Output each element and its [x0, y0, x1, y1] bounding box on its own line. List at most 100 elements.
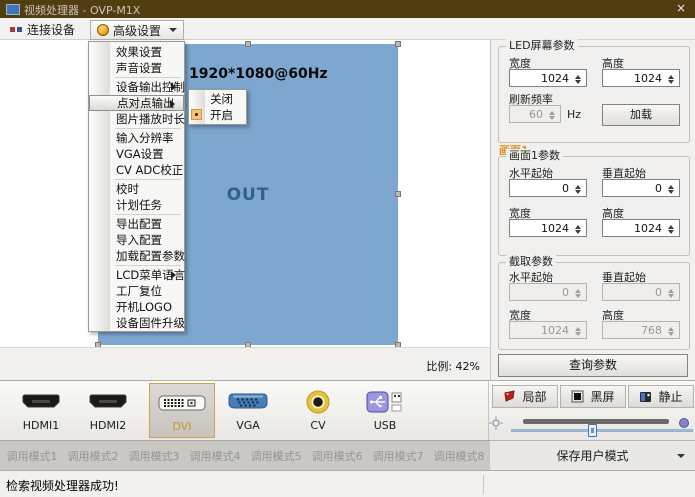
menu-item-pixel-to-pixel-output[interactable]: 点对点输出 [89, 95, 184, 111]
led-width-spinner[interactable]: 1024 [509, 69, 587, 87]
menu-item-firmware-upgrade[interactable]: 设备固件升级 [89, 315, 184, 331]
save-mode-section: 保存用户模式 [490, 440, 695, 470]
spinner-arrows-icon[interactable] [665, 181, 678, 195]
spinner-arrows-icon[interactable] [572, 221, 585, 235]
load-button[interactable]: 加载 [602, 104, 680, 126]
resize-handle-top-center[interactable] [245, 41, 251, 47]
menu-item-import-config[interactable]: 导入配置 [89, 232, 184, 248]
submenu-arrow-icon [171, 83, 180, 91]
freeze-label: 静止 [658, 388, 682, 405]
spinner-arrows-icon [665, 323, 678, 337]
resize-handle-top-right[interactable] [395, 41, 401, 47]
mode-button-5[interactable]: 调用模式5 [247, 448, 305, 465]
spinner-arrows-icon[interactable] [665, 71, 678, 85]
spinner-arrows-icon [546, 107, 559, 121]
vstart-spinner[interactable]: 0 [602, 179, 680, 197]
input-vga-button[interactable]: VGA [216, 383, 280, 438]
pixel-to-pixel-submenu: 关闭 开启 [188, 89, 247, 125]
gear-icon [97, 24, 109, 36]
hstart-value: 0 [562, 182, 569, 195]
dvi-icon [150, 389, 214, 417]
hdmi-icon [76, 388, 140, 416]
menu-item-label: 声音设置 [116, 61, 162, 75]
win-height-spinner[interactable]: 1024 [602, 219, 680, 237]
menu-item-sound-settings[interactable]: 声音设置 [89, 60, 184, 76]
chevron-down-icon [677, 454, 685, 462]
freeze-button[interactable]: 静止 [628, 385, 694, 408]
hdmi-icon [9, 388, 73, 416]
menu-separator [115, 128, 181, 129]
mode-button-6[interactable]: 调用模式6 [308, 448, 366, 465]
spinner-arrows-icon[interactable] [572, 181, 585, 195]
spinner-arrows-icon [665, 285, 678, 299]
menu-item-factory-reset[interactable]: 工厂复位 [89, 283, 184, 299]
capture-params-group: 截取参数 水平起始 0 垂直起始 0 宽度 1024 高度 768 [498, 262, 690, 350]
spinner-arrows-icon[interactable] [572, 71, 585, 85]
input-dvi-button[interactable]: DVI [149, 383, 215, 438]
close-icon[interactable]: × [676, 1, 686, 15]
menu-item-image-duration[interactable]: 图片播放时长 [89, 111, 184, 127]
blackout-label: 黑屏 [590, 388, 614, 405]
led-width-value: 1024 [541, 72, 569, 85]
menu-item-label: 计划任务 [116, 198, 162, 212]
win-height-value: 1024 [634, 222, 662, 235]
menu-item-scheduled-tasks[interactable]: 计划任务 [89, 197, 184, 213]
led-height-spinner[interactable]: 1024 [602, 69, 680, 87]
menu-item-label: 输入分辨率 [116, 131, 174, 145]
mode-button-8[interactable]: 调用模式8 [430, 448, 488, 465]
led-height-value: 1024 [634, 72, 662, 85]
save-user-mode-dropdown[interactable]: 保存用户模式 [490, 441, 695, 470]
mode-button-2[interactable]: 调用模式2 [64, 448, 122, 465]
status-message: 检索视频处理器成功! [6, 477, 119, 494]
menu-item-lcd-menu-language[interactable]: LCD菜单语言 [89, 267, 184, 283]
menu-item-label: 工厂复位 [116, 284, 162, 298]
advanced-settings-button[interactable]: 高级设置 [90, 20, 184, 40]
mode-button-4[interactable]: 调用模式4 [186, 448, 244, 465]
input-cv-button[interactable]: CV [286, 383, 350, 438]
query-params-button[interactable]: 查询参数 [498, 354, 688, 377]
usb-icon [353, 388, 417, 416]
connect-device-button[interactable]: 连接设备 [4, 20, 81, 38]
input-label: CV [286, 419, 350, 432]
partial-label: 局部 [522, 388, 546, 405]
menu-item-vga-settings[interactable]: VGA设置 [89, 146, 184, 162]
menu-item-boot-logo[interactable]: 开机LOGO [89, 299, 184, 315]
submenu-item-on[interactable]: 开启 [189, 107, 246, 123]
slider-handle[interactable] [588, 424, 597, 437]
submenu-item-off[interactable]: 关闭 [189, 91, 246, 107]
toolbar: 连接设备 高级设置 [0, 18, 695, 40]
menu-item-effect-settings[interactable]: 效果设置 [89, 44, 184, 60]
mode-button-7[interactable]: 调用模式7 [369, 448, 427, 465]
input-usb-button[interactable]: USB [353, 383, 417, 438]
brightness-high-icon [679, 418, 689, 428]
partial-button[interactable]: 局部 [492, 385, 558, 408]
input-hdmi2-button[interactable]: HDMI2 [76, 383, 140, 438]
menu-item-output-control[interactable]: 设备输出控制 [89, 79, 184, 95]
cap-height-value: 768 [641, 324, 662, 337]
menu-separator [115, 77, 181, 78]
resize-handle-mid-right[interactable] [395, 191, 401, 197]
menu-item-cv-adc-calibration[interactable]: CV ADC校正 [89, 162, 184, 178]
slider-track[interactable] [511, 429, 693, 432]
win-width-spinner[interactable]: 1024 [509, 219, 587, 237]
cap-vstart-spinner: 0 [602, 283, 680, 301]
connector-icon [10, 26, 23, 33]
spinner-arrows-icon[interactable] [665, 221, 678, 235]
cap-height-spinner: 768 [602, 321, 680, 339]
blackout-button[interactable]: 黑屏 [560, 385, 626, 408]
menu-item-input-resolution[interactable]: 输入分辨率 [89, 130, 184, 146]
screen1-params-title: 画面1参数 [506, 149, 563, 163]
win-width-value: 1024 [541, 222, 569, 235]
screen1-params-group: 画面1参数 水平起始 0 垂直起始 0 宽度 1024 高度 1024 [498, 156, 690, 256]
menu-item-time-sync[interactable]: 校时 [89, 181, 184, 197]
menu-item-label: 导入配置 [116, 233, 162, 247]
menu-item-load-config-params[interactable]: 加载配置参数 [89, 248, 184, 264]
mode-button-3[interactable]: 调用模式3 [125, 448, 183, 465]
hstart-spinner[interactable]: 0 [509, 179, 587, 197]
mode-button-1[interactable]: 调用模式1 [3, 448, 61, 465]
parameters-panel: LED屏幕参数 宽度 1024 高度 1024 刷新频率 60 Hz 加载 画面… [490, 40, 695, 380]
menu-item-export-config[interactable]: 导出配置 [89, 216, 184, 232]
freeze-icon [639, 390, 652, 403]
menu-item-label: VGA设置 [116, 147, 164, 161]
input-hdmi1-button[interactable]: HDMI1 [9, 383, 73, 438]
